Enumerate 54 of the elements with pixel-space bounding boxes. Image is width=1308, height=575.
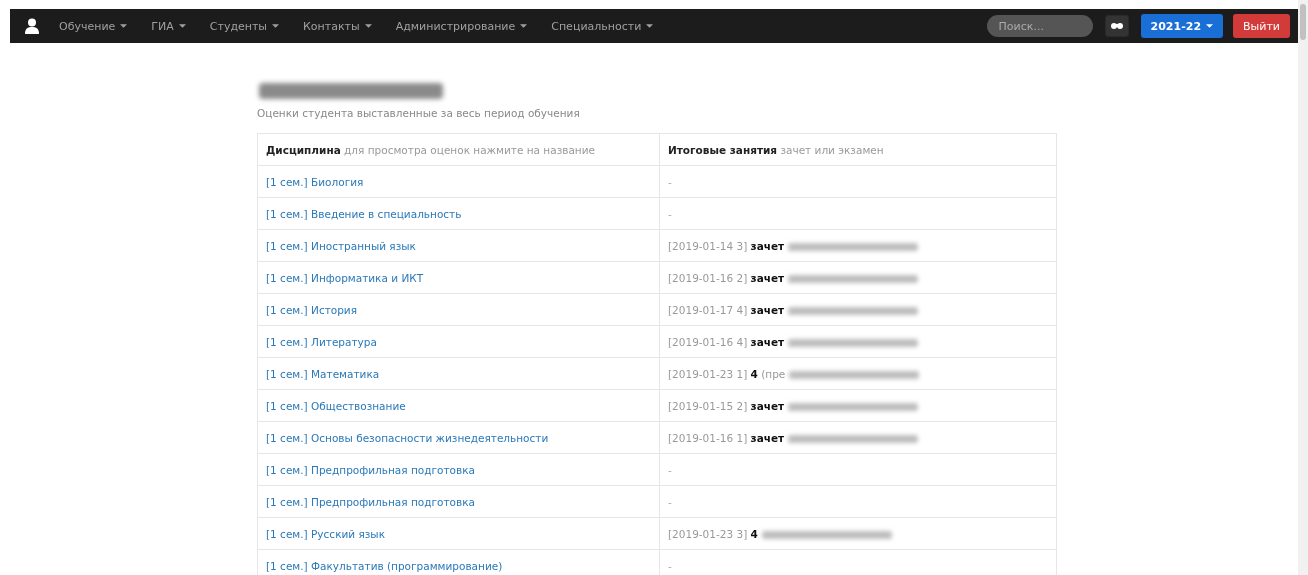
exam-date: [2019-01-16 4] — [668, 335, 748, 348]
glasses-button[interactable] — [1104, 15, 1129, 37]
exam-date: [2019-01-15 2] — [668, 399, 748, 412]
caret-icon — [520, 24, 528, 28]
caret-icon — [646, 24, 654, 28]
discipline-link[interactable]: [1 сем.] Информатика и ИКТ — [266, 271, 424, 284]
exam-date: [2019-01-16 2] — [668, 271, 748, 284]
discipline-link[interactable]: [1 сем.] Иностранный язык — [266, 239, 416, 252]
nav-menu[interactable]: Студенты — [209, 19, 280, 33]
discipline-link[interactable]: [1 сем.] Литература — [266, 335, 377, 348]
empty-mark: - — [668, 207, 672, 220]
teacher-note: (пре — [761, 367, 786, 380]
grade: зачет — [750, 271, 785, 284]
nav-menu[interactable]: Специальности — [551, 19, 654, 33]
grade: зачет — [750, 239, 785, 252]
caret-icon — [120, 24, 128, 28]
grade: зачет — [750, 303, 785, 316]
discipline-link[interactable]: [1 сем.] Введение в специальность — [266, 207, 462, 220]
grade: 4 — [750, 527, 758, 540]
exam-date: [2019-01-14 3] — [668, 239, 748, 252]
discipline-link[interactable]: [1 сем.] Математика — [266, 367, 380, 380]
exam-date: [2019-01-17 4] — [668, 303, 748, 316]
logout-button[interactable]: Выйти — [1233, 14, 1290, 38]
caret-icon — [364, 24, 372, 28]
page-subtitle: Оценки студента выставленные за весь период обучения — [257, 107, 581, 119]
exam-date: [2019-01-16 1] — [668, 431, 748, 444]
discipline-link[interactable]: [1 сем.] Русский язык — [266, 527, 385, 540]
discipline-link[interactable]: [1 сем.] Обществознание — [266, 399, 406, 412]
exam-date: [2019-01-23 3] — [668, 527, 748, 540]
empty-mark: - — [668, 495, 672, 508]
caret-icon — [1206, 24, 1214, 28]
column-header: Итоговые занятия зачет или экзамен — [659, 133, 1057, 166]
user-icon[interactable] — [25, 18, 39, 34]
scrollbar[interactable] — [1298, 0, 1308, 575]
nav-menu[interactable]: Контакты — [303, 19, 372, 33]
column-header: Дисциплина для просмотра оценок нажмите на название — [257, 133, 660, 166]
year-dropdown[interactable]: 2021-22 — [1140, 14, 1224, 38]
search-field[interactable]: Поиск... — [986, 15, 1093, 37]
discipline-link[interactable]: [1 сем.] Биология — [266, 175, 364, 188]
nav-menu[interactable]: Администрирование — [395, 19, 528, 33]
discipline-link[interactable]: [1 сем.] История — [266, 303, 357, 316]
nav-menu[interactable]: Обучение — [59, 19, 128, 33]
grade: зачет — [750, 431, 785, 444]
exam-date: [2019-01-23 1] — [668, 367, 748, 380]
nav-menu[interactable]: ГИА — [151, 19, 186, 33]
grade: 4 — [750, 367, 758, 380]
grade: зачет — [750, 399, 785, 412]
caret-icon — [272, 24, 280, 28]
caret-icon — [178, 24, 186, 28]
empty-mark: - — [668, 175, 672, 188]
grade: зачет — [750, 335, 785, 348]
glasses-icon — [1110, 22, 1123, 30]
empty-mark: - — [668, 559, 672, 572]
empty-mark: - — [668, 463, 672, 476]
